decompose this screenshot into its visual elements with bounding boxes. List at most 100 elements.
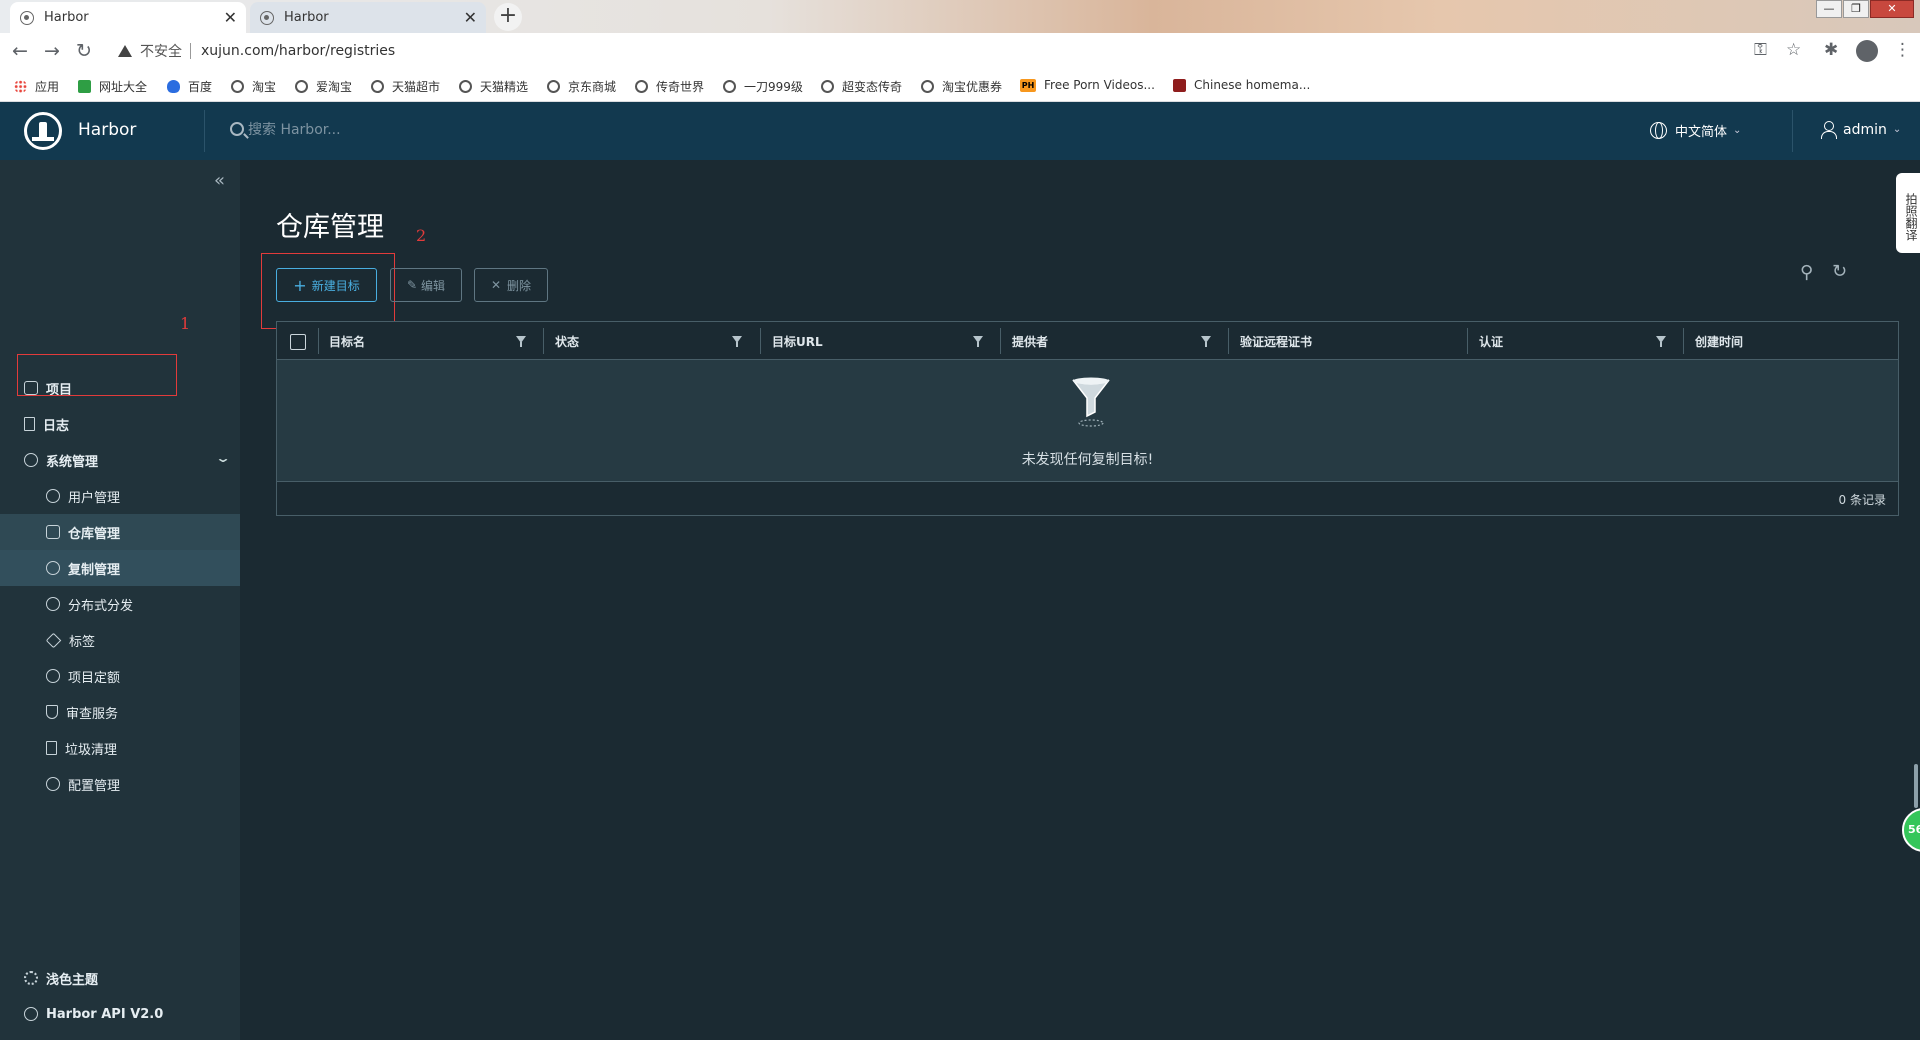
filter-icon[interactable]	[1201, 336, 1211, 347]
sidebar: « 项目 日志 系统管理 ⌄ 用户管理 仓库管理 复制管理 分布式分发 标签 项目…	[0, 160, 240, 1040]
theme-toggle[interactable]: 浅色主题	[0, 960, 240, 996]
globe-icon	[723, 80, 736, 93]
globe-icon	[921, 80, 934, 93]
maximize-button[interactable]: ❐	[1843, 0, 1869, 18]
bookmark-ph[interactable]: PH Free Porn Videos...	[1020, 78, 1155, 92]
collapse-sidebar-icon[interactable]: «	[214, 170, 225, 191]
sidebar-item-labels[interactable]: 标签	[0, 622, 240, 658]
globe-icon	[459, 80, 472, 93]
column-header-name[interactable]: 目标名	[317, 322, 365, 360]
bookmark-super-legend[interactable]: 超变态传奇	[821, 78, 902, 95]
bookmark-legend[interactable]: 传奇世界	[635, 78, 704, 95]
sidebar-item-interrogation[interactable]: 审查服务	[0, 694, 240, 730]
minimize-button[interactable]: —	[1816, 0, 1842, 18]
grid-search-icon[interactable]: ⚲	[1800, 262, 1813, 283]
column-header-created[interactable]: 创建时间	[1683, 322, 1743, 360]
chevron-down-icon: ⌄	[214, 451, 232, 465]
bookmark-999[interactable]: 一刀999级	[723, 78, 803, 95]
select-all-checkbox[interactable]	[290, 334, 306, 350]
language-dropdown[interactable]: 中文简体 ⌄	[1650, 121, 1741, 140]
filter-icon[interactable]	[1656, 336, 1666, 347]
sidebar-item-projects[interactable]: 项目	[0, 370, 240, 406]
harbor-api-link[interactable]: Harbor API V2.0	[0, 996, 240, 1032]
sidebar-item-distribution[interactable]: 分布式分发	[0, 586, 240, 622]
language-label: 中文简体	[1675, 125, 1728, 140]
menu-icon[interactable]: ⋮	[1894, 40, 1911, 60]
search-icon	[230, 122, 244, 136]
bookmark-tmall-select[interactable]: 天猫精选	[459, 78, 528, 95]
filter-icon[interactable]	[732, 336, 742, 347]
brand-name[interactable]: Harbor	[78, 120, 136, 140]
reload-icon[interactable]: ↻	[76, 40, 92, 62]
bookmark-baidu[interactable]: 百度	[167, 78, 212, 95]
column-header-provider[interactable]: 提供者	[1000, 322, 1048, 360]
chevron-down-icon: ⌄	[1733, 125, 1742, 136]
empty-message: 未发现任何复制目标!	[1021, 452, 1154, 468]
column-header-url[interactable]: 目标URL	[760, 322, 823, 360]
warning-icon	[118, 45, 132, 57]
new-endpoint-button[interactable]: + 新建目标	[276, 268, 377, 302]
edit-button[interactable]: ✎ 编辑	[390, 268, 462, 302]
grid-header: 目标名 状态 目标URL 提供者 验证远程证书 认证 创建时间	[277, 322, 1898, 360]
header-divider	[204, 110, 205, 152]
key-icon[interactable]: ⚿	[1754, 40, 1767, 60]
sidebar-item-replications[interactable]: 复制管理	[0, 550, 240, 586]
extensions-icon[interactable]: ✱	[1824, 40, 1838, 60]
url-field[interactable]: 不安全 xujun.com/harbor/registries	[104, 37, 1794, 65]
plus-icon: +	[293, 275, 307, 295]
projects-icon	[24, 381, 38, 395]
user-dropdown[interactable]: admin ⌄	[1820, 121, 1902, 139]
new-tab-button[interactable]: +	[494, 3, 522, 31]
floating-bubble[interactable]: 56	[1902, 808, 1920, 852]
window-close-button[interactable]: ✕	[1870, 0, 1914, 18]
record-count: 0 条记录	[1838, 493, 1886, 507]
bookmark-star-icon[interactable]: ☆	[1786, 40, 1801, 60]
refresh-icon[interactable]: ↻	[1832, 261, 1847, 282]
profile-icon[interactable]	[1856, 40, 1878, 62]
trash-icon	[46, 741, 57, 755]
filter-icon[interactable]	[973, 336, 983, 347]
bookmark-apps[interactable]: 应用	[14, 78, 59, 95]
column-header-auth[interactable]: 认证	[1467, 322, 1503, 360]
bookmark-aitaobao[interactable]: 爱淘宝	[295, 78, 352, 95]
delete-button[interactable]: ✕ 删除	[474, 268, 548, 302]
tab-close-icon[interactable]: ✕	[464, 8, 477, 27]
side-translate-handle[interactable]: 拍照翻译	[1896, 173, 1920, 253]
bookmark-tmall-market[interactable]: 天猫超市	[371, 78, 440, 95]
back-icon[interactable]: ←	[12, 40, 28, 62]
sun-icon	[24, 971, 38, 985]
bookmark-coupon[interactable]: 淘宝优惠券	[921, 78, 1002, 95]
cloud-icon	[46, 561, 60, 575]
browser-tab-harbor-2[interactable]: Harbor ✕	[250, 2, 486, 33]
sidebar-item-users[interactable]: 用户管理	[0, 478, 240, 514]
browser-tab-harbor-1[interactable]: Harbor ✕	[10, 2, 246, 33]
gear-icon	[46, 777, 60, 791]
user-icon	[1820, 121, 1837, 139]
column-header-verify-cert[interactable]: 验证远程证书	[1228, 322, 1312, 360]
sidebar-item-config[interactable]: 配置管理	[0, 766, 240, 802]
site-icon	[1173, 78, 1186, 92]
sidebar-item-quotas[interactable]: 项目定额	[0, 658, 240, 694]
filter-icon[interactable]	[516, 336, 526, 347]
tab-close-icon[interactable]: ✕	[224, 8, 237, 27]
tag-icon	[45, 632, 62, 648]
sidebar-item-logs[interactable]: 日志	[0, 406, 240, 442]
chevron-down-icon: ⌄	[1892, 124, 1902, 135]
harbor-logo-icon[interactable]	[24, 112, 62, 150]
forward-icon[interactable]: →	[44, 40, 60, 62]
sidebar-item-system-admin[interactable]: 系统管理 ⌄	[0, 442, 240, 478]
column-header-status[interactable]: 状态	[543, 322, 579, 360]
bookmark-jd[interactable]: 京东商城	[547, 78, 616, 95]
sidebar-item-registries[interactable]: 仓库管理	[0, 514, 240, 550]
apps-icon	[14, 80, 27, 93]
paw-icon	[167, 80, 180, 93]
user-name: admin	[1843, 121, 1887, 138]
bookmark-hao123[interactable]: 网址大全	[78, 78, 147, 95]
filter-funnel-icon	[1072, 377, 1110, 427]
scroll-handle[interactable]	[1914, 764, 1918, 808]
bookmark-taobao[interactable]: 淘宝	[231, 78, 276, 95]
global-search-input[interactable]	[248, 118, 548, 142]
bookmark-chinese[interactable]: Chinese homema...	[1173, 78, 1310, 92]
sidebar-item-gc[interactable]: 垃圾清理	[0, 730, 240, 766]
page-title: 仓库管理	[276, 212, 384, 243]
